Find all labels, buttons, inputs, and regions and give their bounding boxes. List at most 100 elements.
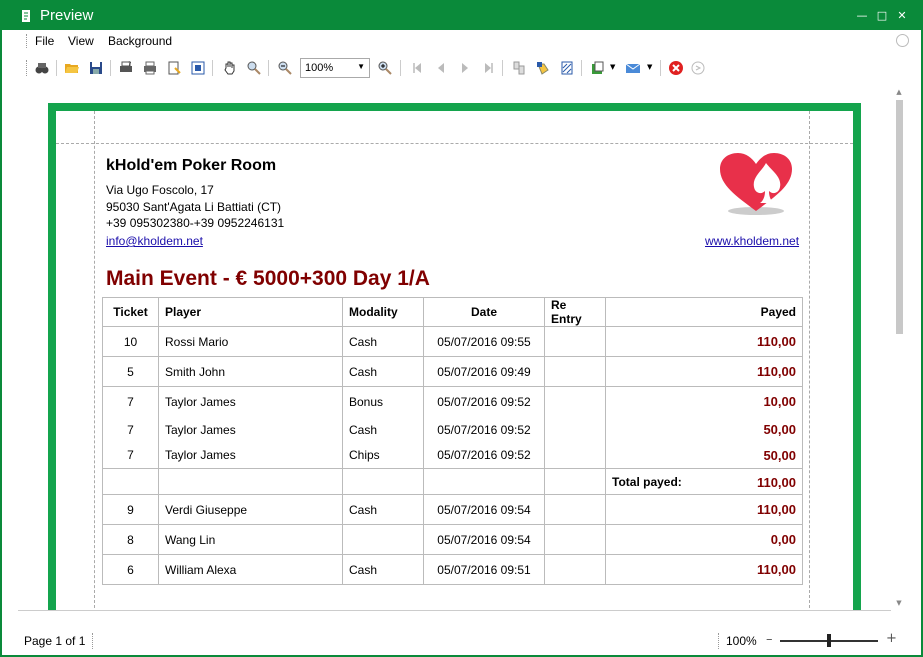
vertical-scrollbar[interactable]: ▲ ▼ [892, 88, 906, 611]
svg-text:?: ? [128, 61, 131, 68]
cell-modality: Chips [342, 442, 424, 469]
cell-empty [342, 468, 424, 495]
toolbar-grip [26, 60, 28, 76]
scale-icon[interactable] [190, 60, 206, 76]
cell-ticket: 10 [102, 326, 159, 357]
cell-modality [342, 524, 424, 555]
print-setup-icon[interactable]: ? [118, 60, 134, 76]
cell-player: Rossi Mario [158, 326, 343, 357]
cell-date: 05/07/2016 09:51 [423, 554, 545, 585]
table-row: 5 Smith John Cash 05/07/2016 09:49 110,0… [102, 356, 803, 387]
cell-reentry [544, 524, 606, 555]
table-row: 7 Taylor James Chips 05/07/2016 09:52 50… [102, 442, 803, 469]
status-zoom-level: 100% [726, 634, 757, 648]
margin-guide-top [56, 143, 853, 144]
toolbar-separator [56, 60, 57, 76]
cell-date: 05/07/2016 09:55 [423, 326, 545, 357]
cell-reentry [544, 494, 606, 525]
zoom-in-plus-icon[interactable]: + [886, 631, 897, 646]
zoom-select[interactable]: 100% ▼ [300, 58, 370, 78]
company-name: kHold'em Poker Room [106, 157, 277, 174]
last-page-icon[interactable] [481, 60, 497, 76]
table-header-row: Ticket Player Modality Date Re Entry Pay… [102, 297, 803, 327]
cell-modality: Cash [342, 416, 424, 443]
menu-view[interactable]: View [68, 34, 94, 48]
event-title: Main Event - € 5000+300 Day 1/A [106, 267, 430, 290]
save-icon[interactable] [88, 60, 104, 76]
cell-ticket: 9 [102, 494, 159, 525]
email-link[interactable]: info@kholdem.net [106, 234, 203, 248]
previous-page-icon[interactable] [433, 60, 449, 76]
find-icon[interactable] [34, 60, 50, 76]
cell-reentry [544, 356, 606, 387]
cell-payed: 110,00 [605, 356, 803, 387]
menu-background[interactable]: Background [108, 34, 172, 48]
print-icon[interactable] [142, 60, 158, 76]
menu-options-icon[interactable] [896, 34, 909, 47]
multiple-pages-icon[interactable] [511, 60, 527, 76]
cell-reentry [544, 386, 606, 417]
cell-empty [544, 468, 606, 495]
options-icon[interactable] [690, 60, 706, 76]
cell-empty [423, 468, 545, 495]
email-dropdown-arrow-icon[interactable]: ▼ [647, 63, 652, 71]
page-color-icon[interactable] [535, 60, 551, 76]
status-separator [92, 633, 93, 649]
cell-date: 05/07/2016 09:52 [423, 386, 545, 417]
toolbar: ? 100% ▼ ▼ ▼ [2, 54, 921, 82]
table-row: 6 William Alexa Cash 05/07/2016 09:51 11… [102, 554, 803, 585]
website-link[interactable]: www.kholdem.net [705, 234, 799, 248]
cell-reentry [544, 326, 606, 357]
cell-date: 05/07/2016 09:49 [423, 356, 545, 387]
cell-player: Smith John [158, 356, 343, 387]
tickets-table: Ticket Player Modality Date Re Entry Pay… [102, 297, 803, 585]
zoom-out-icon[interactable] [277, 60, 293, 76]
total-row: Total payed: 110,00 [102, 468, 803, 495]
column-header-payed: Payed [605, 297, 803, 327]
toolbar-separator [400, 60, 401, 76]
email-icon[interactable] [625, 60, 641, 76]
magnifier-icon[interactable] [246, 60, 262, 76]
cell-ticket: 5 [102, 356, 159, 387]
margin-guide-right [809, 111, 810, 610]
cell-date: 05/07/2016 09:54 [423, 494, 545, 525]
column-header-date: Date [423, 297, 545, 327]
next-page-icon[interactable] [457, 60, 473, 76]
first-page-icon[interactable] [409, 60, 425, 76]
hand-tool-icon[interactable] [222, 60, 238, 76]
export-icon[interactable] [590, 60, 606, 76]
scrollbar-thumb[interactable] [896, 100, 903, 334]
cell-payed: 110,00 [605, 326, 803, 357]
cell-reentry [544, 416, 606, 443]
address-line-2: 95030 Sant'Agata Li Battiati (CT) [106, 200, 282, 214]
export-dropdown-arrow-icon[interactable]: ▼ [610, 63, 615, 71]
zoom-in-icon[interactable] [377, 60, 393, 76]
phone-number: +39 095302380-+39 0952246131 [106, 216, 285, 230]
toolbar-separator [502, 60, 503, 76]
toolbar-separator [212, 60, 213, 76]
toolbar-separator [660, 60, 661, 76]
open-folder-icon[interactable] [64, 60, 80, 76]
zoom-out-minus-icon[interactable]: – [766, 632, 773, 647]
table-row: 8 Wang Lin 05/07/2016 09:54 0,00 [102, 524, 803, 555]
page-setup-icon[interactable] [166, 60, 182, 76]
preview-viewport[interactable]: kHold'em Poker Room Via Ugo Foscolo, 17 … [18, 88, 891, 611]
menu-bar: File View Background [2, 30, 921, 52]
cell-date: 05/07/2016 09:54 [423, 524, 545, 555]
toolbar-separator [110, 60, 111, 76]
zoom-slider-thumb[interactable] [827, 634, 831, 647]
close-preview-icon[interactable] [668, 60, 684, 76]
cell-player: Wang Lin [158, 524, 343, 555]
maximize-button[interactable]: □ [874, 8, 890, 24]
scroll-down-icon[interactable]: ▼ [894, 599, 904, 609]
scroll-up-icon[interactable]: ▲ [894, 88, 904, 98]
watermark-icon[interactable] [559, 60, 575, 76]
close-button[interactable]: ✕ [894, 8, 910, 24]
cell-ticket: 8 [102, 524, 159, 555]
report-page: kHold'em Poker Room Via Ugo Foscolo, 17 … [48, 103, 861, 610]
minimize-button[interactable]: — [854, 8, 870, 24]
menu-file[interactable]: File [35, 34, 54, 48]
cell-modality: Cash [342, 356, 424, 387]
column-header-modality: Modality [342, 297, 424, 327]
preview-window: Preview — □ ✕ File View Background ? 100… [0, 0, 923, 657]
